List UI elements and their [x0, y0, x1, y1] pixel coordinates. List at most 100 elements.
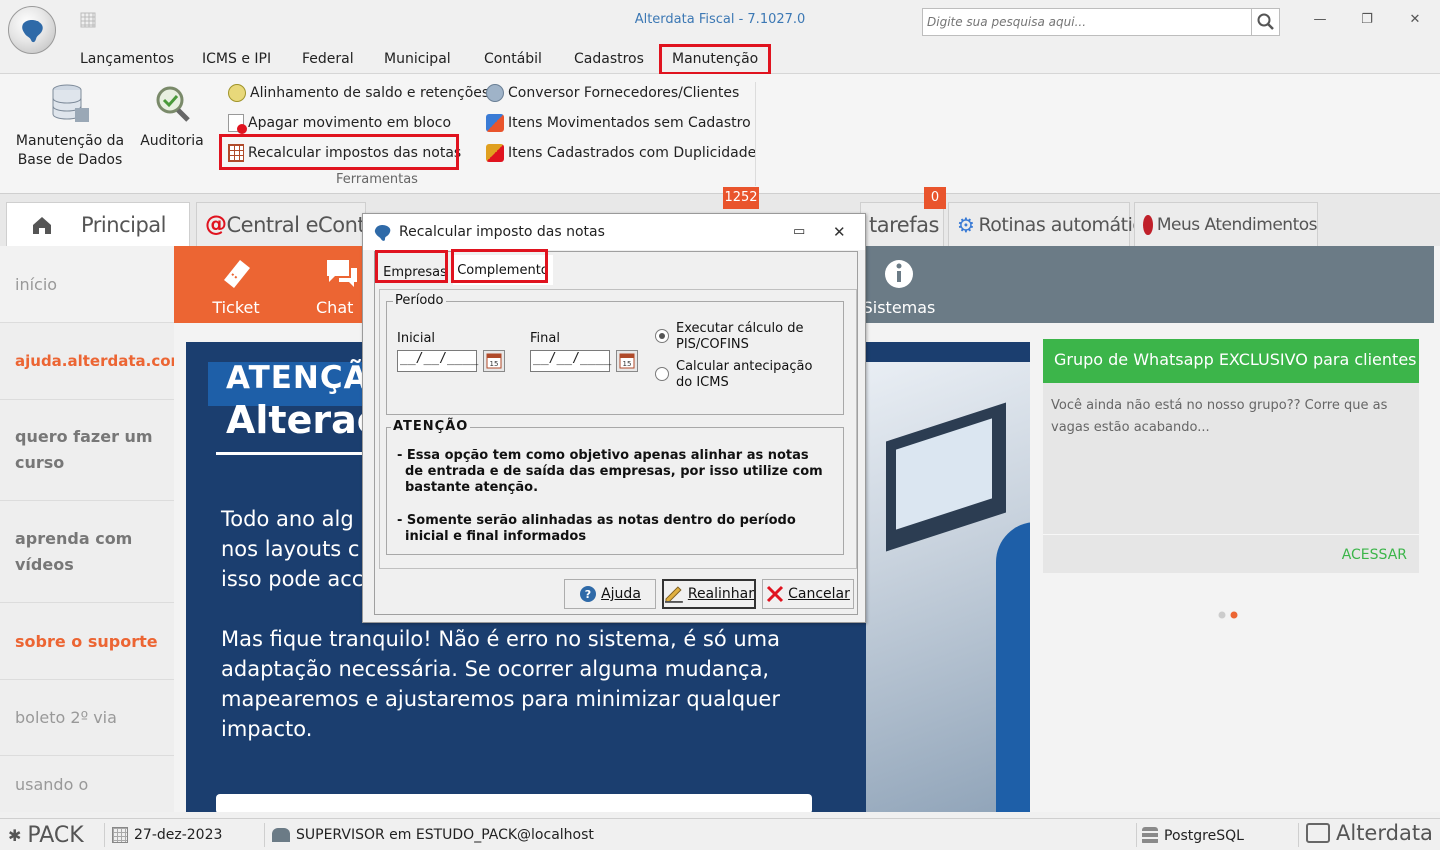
- tab-rotinas-automaticas[interactable]: ⚙ Rotinas automáticas: [948, 202, 1163, 246]
- ribbon-group-label: Ferramentas: [336, 172, 418, 187]
- notification-badge: 1252: [723, 187, 759, 209]
- card-access-link[interactable]: ACESSAR: [1342, 547, 1407, 563]
- tab-principal[interactable]: Principal: [6, 202, 190, 246]
- final-calendar-icon[interactable]: 15: [616, 350, 638, 372]
- grid-icon[interactable]: [80, 12, 96, 28]
- menu-contabil[interactable]: Contábil: [484, 51, 542, 67]
- user-icon: [486, 84, 504, 102]
- sidebar-item-videos[interactable]: aprenda com vídeos: [0, 501, 174, 603]
- sidebar-item-inicio[interactable]: início: [0, 246, 174, 323]
- ribbon-alinhamento-button[interactable]: Alinhamento de saldo e retenções: [228, 82, 489, 104]
- ribbon-itens-sem-cadastro-label: Itens Movimentados sem Cadastro: [508, 115, 751, 131]
- banner-bottom-bar: [216, 794, 812, 812]
- home-icon: [33, 216, 51, 234]
- nav-chat-button[interactable]: Chat: [316, 254, 366, 317]
- restore-icon[interactable]: ❐: [1357, 12, 1377, 28]
- recalcular-dialog: Recalcular imposto das notas ▭ ✕ Empresa…: [362, 213, 866, 623]
- task-badge: 0: [924, 187, 946, 209]
- menu-icms-ipi[interactable]: ICMS e IPI: [202, 51, 271, 67]
- tab-complemento[interactable]: Complemento: [453, 255, 553, 285]
- tab-tarefas-label: tarefas: [869, 212, 939, 237]
- nav-sistemas-label: Sistemas: [862, 298, 936, 317]
- card-body: Você ainda não está no nosso grupo?? Cor…: [1051, 398, 1388, 435]
- ribbon-itens-duplicidade-label: Itens Cadastrados com Duplicidade: [508, 145, 757, 161]
- dialog-titlebar[interactable]: Recalcular imposto das notas: [363, 214, 865, 250]
- nav-sistemas-button[interactable]: Sistemas: [854, 254, 944, 317]
- status-date: 27-dez-2023: [112, 827, 222, 843]
- ribbon-apagar-button[interactable]: Apagar movimento em bloco: [228, 112, 451, 134]
- status-user: SUPERVISOR em ESTUDO_PACK@localhost: [272, 827, 594, 843]
- tab-central-econtador[interactable]: @ Central eContador: [196, 202, 411, 246]
- app-small-icon: [374, 224, 391, 241]
- tab-empresas[interactable]: Empresas: [380, 257, 450, 287]
- sidebar-item-boleto[interactable]: boleto 2º via: [0, 680, 174, 756]
- search-icon[interactable]: [1251, 9, 1279, 35]
- close-icon[interactable]: ✕: [1405, 12, 1425, 28]
- banner-text-1a: Todo ano alg: [221, 507, 354, 531]
- final-date-input[interactable]: __/__/____: [530, 350, 611, 372]
- carousel-dots[interactable]: [1217, 610, 1247, 620]
- sidebar-item-curso[interactable]: quero fazer um curso: [0, 400, 174, 501]
- brazil-map-icon: [22, 20, 43, 43]
- periodo-group: Período Inicial Final __/__/____ 15 __/_…: [386, 293, 844, 415]
- info-icon: [885, 260, 913, 288]
- radio-icms[interactable]: [655, 367, 669, 381]
- card-header: Grupo de Whatsapp EXCLUSIVO para cliente…: [1043, 339, 1419, 383]
- inicial-label: Inicial: [397, 331, 436, 346]
- help-button[interactable]: ? Ajuda: [564, 579, 656, 609]
- cancel-button[interactable]: Cancelar: [762, 579, 854, 609]
- menu-municipal[interactable]: Municipal: [384, 51, 451, 67]
- banner-subheading: Alteraç: [226, 398, 380, 442]
- minimize-icon[interactable]: —: [1310, 12, 1330, 28]
- econtador-icon: @: [205, 212, 227, 237]
- sidebar-item-ajuda[interactable]: ajuda.alterdata.com.br: [0, 323, 174, 400]
- ribbon-manutencao-base-button[interactable]: Manutenção da Base de Dados: [12, 82, 128, 170]
- menu-manutencao[interactable]: Manutenção: [672, 51, 758, 67]
- ribbon-auditoria-label: Auditoria: [140, 133, 204, 149]
- atencao-legend: ATENÇÃO: [391, 419, 471, 434]
- status-bar: ✱ PACK 27-dez-2023 SUPERVISOR em ESTUDO_…: [0, 818, 1440, 850]
- items-add-icon: [486, 114, 504, 132]
- menu-federal[interactable]: Federal: [302, 51, 354, 67]
- dialog-minimize-icon[interactable]: ▭: [793, 224, 805, 239]
- banner-text-1c: isso pode acc: [221, 567, 364, 591]
- tab-meus-atendimentos[interactable]: Meus Atendimentos: [1134, 202, 1318, 246]
- inicial-calendar-icon[interactable]: 15: [483, 350, 505, 372]
- ribbon-itens-duplicidade-button[interactable]: Itens Cadastrados com Duplicidade: [486, 142, 756, 164]
- status-separator: [1136, 823, 1137, 847]
- status-brand-label: Alterdata: [1336, 821, 1433, 845]
- status-separator: [264, 823, 265, 847]
- inicial-date-input[interactable]: __/__/____: [397, 350, 478, 372]
- nav-ticket-button[interactable]: Ticket: [211, 254, 261, 317]
- radio-icms-label-2: do ICMS: [676, 375, 729, 390]
- pencil-ruler-icon: [664, 586, 683, 603]
- cancel-x-icon: [767, 585, 784, 603]
- ribbon-itens-sem-cadastro-button[interactable]: Itens Movimentados sem Cadastro: [486, 112, 751, 134]
- atencao-text-2a: - Somente serão alinhadas as notas dentr…: [397, 513, 796, 528]
- banner-text-2b: adaptação necessária. Se ocorrer alguma …: [221, 657, 770, 681]
- sidebar-item-suporte[interactable]: sobre o suporte: [0, 603, 174, 680]
- atencao-text-1c: bastante atenção.: [405, 480, 539, 495]
- menu-lancamentos[interactable]: Lançamentos: [80, 51, 174, 67]
- ribbon-manutencao-label-1: Manutenção da: [15, 133, 125, 149]
- sidebar-item-usando[interactable]: usando o: [0, 756, 174, 812]
- menu-bar: Lançamentos ICMS e IPI Federal Municipal…: [0, 44, 1440, 74]
- dialog-close-icon[interactable]: ✕: [833, 223, 846, 241]
- database-small-icon: [1142, 827, 1158, 845]
- search-input[interactable]: [923, 9, 1253, 35]
- ribbon-conversor-button[interactable]: Conversor Fornecedores/Clientes: [486, 82, 739, 104]
- items-duplicate-icon: [486, 144, 504, 162]
- search-box[interactable]: [922, 8, 1280, 36]
- realign-button[interactable]: Realinhar: [662, 579, 756, 609]
- menu-cadastros[interactable]: Cadastros: [574, 51, 644, 67]
- status-user-label: SUPERVISOR em ESTUDO_PACK@localhost: [296, 827, 594, 843]
- ribbon-recalcular-button[interactable]: Recalcular impostos das notas: [228, 142, 461, 164]
- tab-atendimentos-label: Meus Atendimentos: [1156, 214, 1318, 235]
- status-separator: [104, 823, 105, 847]
- ribbon-auditoria-button[interactable]: Auditoria: [136, 82, 208, 151]
- app-logo[interactable]: [8, 6, 56, 54]
- server-icon: [272, 828, 290, 842]
- cancel-button-label: Cancelar: [788, 586, 850, 602]
- status-pack-label: PACK: [27, 823, 84, 848]
- radio-pis-cofins[interactable]: [655, 329, 669, 343]
